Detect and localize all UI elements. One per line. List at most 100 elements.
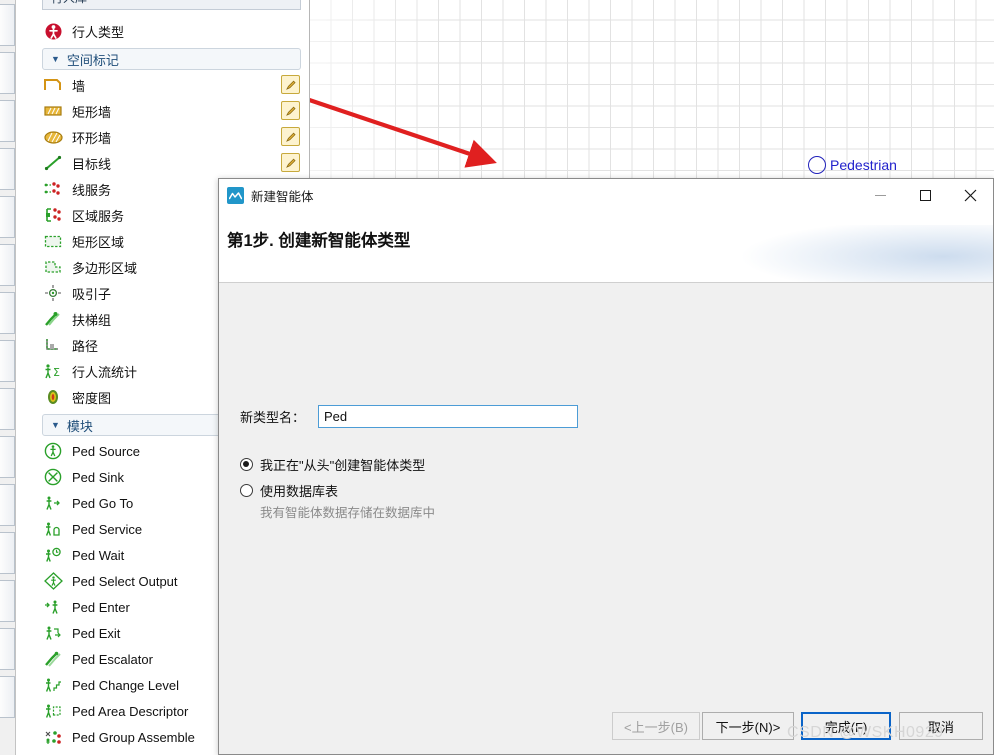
palette-item-label: Ped Go To xyxy=(72,495,134,511)
palette-item-label: 目标线 xyxy=(72,156,112,172)
palette-item-label: Ped Group Assemble xyxy=(72,729,195,745)
palette-item-label: Ped Wait xyxy=(72,547,125,563)
new-type-name-input[interactable] xyxy=(318,405,578,428)
new-type-name-field-row: 新类型名： xyxy=(240,405,578,428)
dialog-titlebar[interactable]: 新建智能体 xyxy=(219,179,993,211)
editor-tab[interactable] xyxy=(0,436,15,478)
palette-item-label: Ped Exit xyxy=(72,625,121,641)
palette-item-label: Ped Source xyxy=(72,443,140,459)
palette-item-label: 线服务 xyxy=(72,182,112,198)
palette-group-space-markup[interactable]: ▼ 空间标记 xyxy=(42,48,301,70)
radio-scratch[interactable] xyxy=(240,458,253,471)
edit-pencil-button[interactable] xyxy=(281,153,300,172)
editor-tab[interactable] xyxy=(0,196,15,238)
next-button[interactable]: 下一步(N)> xyxy=(702,712,794,740)
palette-item-rect-wall[interactable]: 矩形墙 xyxy=(16,98,309,124)
editor-tab[interactable] xyxy=(0,100,15,142)
edit-pencil-button[interactable] xyxy=(281,75,300,94)
palette-item-pedestrian-type[interactable]: 行人类型 xyxy=(16,18,309,44)
pedestrian-type-icon xyxy=(42,22,64,40)
option-database-row[interactable]: 使用数据库表 xyxy=(240,481,338,500)
palette-item-label: 矩形区域 xyxy=(72,234,125,250)
new-agent-dialog[interactable]: 新建智能体 第1步. 创建新智能体类型 新类型名： 我正在"从头"创建智能体类型 xyxy=(218,178,994,755)
editor-tab[interactable] xyxy=(0,388,15,430)
dialog-title: 新建智能体 xyxy=(251,189,314,204)
palette-item-label: Ped Service xyxy=(72,521,143,537)
editor-tab[interactable] xyxy=(0,340,15,382)
circle-outline-icon xyxy=(808,156,826,174)
palette-group-label: 空间标记 xyxy=(66,52,119,68)
window-controls[interactable] xyxy=(858,179,993,211)
ped-sink-icon xyxy=(42,468,64,486)
palette-item-circular-wall[interactable]: 环形墙 xyxy=(16,124,309,150)
ped-area-descriptor-icon xyxy=(42,702,64,720)
palette-item-label: 多边形区域 xyxy=(72,260,138,276)
rectangular-area-icon xyxy=(42,232,64,250)
palette-item-label: Ped Area Descriptor xyxy=(72,703,189,719)
editor-tab[interactable] xyxy=(0,532,15,574)
maximize-icon[interactable] xyxy=(903,179,948,211)
ped-select-output-icon xyxy=(42,572,64,590)
palette-item-label: Ped Sink xyxy=(72,469,125,485)
edit-pencil-button[interactable] xyxy=(281,101,300,120)
editor-tab[interactable] xyxy=(0,676,15,718)
palette-item-label: Ped Enter xyxy=(72,599,130,615)
editor-tab[interactable] xyxy=(0,292,15,334)
dialog-header: 第1步. 创建新智能体类型 xyxy=(219,211,993,283)
chevron-down-icon: ▼ xyxy=(51,420,60,430)
editor-tab[interactable] xyxy=(0,148,15,190)
option-database-label: 使用数据库表 xyxy=(260,484,339,499)
editor-tab[interactable] xyxy=(0,580,15,622)
finish-button[interactable]: 完成(F) xyxy=(801,712,891,740)
minimize-icon[interactable] xyxy=(858,179,903,211)
ped-service-icon xyxy=(42,520,64,538)
radio-database[interactable] xyxy=(240,484,253,497)
canvas-element-label: Pedestrian xyxy=(830,157,897,173)
new-type-name-label: 新类型名： xyxy=(240,410,306,425)
editor-tab[interactable] xyxy=(0,628,15,670)
palette-item-label: 路径 xyxy=(72,338,99,354)
option-scratch-row[interactable]: 我正在"从头"创建智能体类型 xyxy=(240,455,425,474)
palette-item-label: Ped Change Level xyxy=(72,677,179,693)
ped-group-assemble-icon xyxy=(42,728,64,746)
editor-tab-strip[interactable] xyxy=(0,0,16,755)
palette-item-label: 行人类型 xyxy=(72,24,125,40)
palette-item-label: Ped Select Output xyxy=(72,573,178,589)
rectangular-wall-icon xyxy=(42,102,64,120)
palette-item-target-line[interactable]: 目标线 xyxy=(16,150,309,176)
area-service-icon xyxy=(42,206,64,224)
editor-tab[interactable] xyxy=(0,4,15,46)
ped-escalator-icon xyxy=(42,650,64,668)
edit-pencil-button[interactable] xyxy=(281,127,300,146)
back-button[interactable]: <上一步(B) xyxy=(612,712,700,740)
palette-item-label: 密度图 xyxy=(72,390,112,406)
canvas-pedestrian-element[interactable]: Pedestrian xyxy=(808,156,897,174)
cancel-button[interactable]: 取消 xyxy=(899,712,983,740)
palette-item-label: 墙 xyxy=(72,78,86,94)
header-glow-decoration xyxy=(733,225,993,282)
wall-icon xyxy=(42,76,64,94)
ped-go-to-icon xyxy=(42,494,64,512)
ped-exit-icon xyxy=(42,624,64,642)
editor-tab[interactable] xyxy=(0,484,15,526)
close-icon[interactable] xyxy=(948,179,993,211)
ped-source-icon xyxy=(42,442,64,460)
editor-tab[interactable] xyxy=(0,244,15,286)
palette-item-label: 区域服务 xyxy=(72,208,125,224)
palette-item-wall[interactable]: 墙 xyxy=(16,72,309,98)
escalator-group-icon xyxy=(42,310,64,328)
ped-enter-icon xyxy=(42,598,64,616)
dialog-footer: <上一步(B) 下一步(N)> 完成(F) 取消 CSDN @WSKH0929 xyxy=(219,700,993,754)
polygon-area-icon xyxy=(42,258,64,276)
palette-item-label: Ped Escalator xyxy=(72,651,153,667)
editor-tab[interactable] xyxy=(0,52,15,94)
palette-group-label: 模块 xyxy=(66,418,93,434)
palette-section-header-cutoff[interactable]: 行人库 ▫ ▫ xyxy=(42,0,301,10)
ped-change-level-icon xyxy=(42,676,64,694)
palette-item-label: 环形墙 xyxy=(72,130,112,146)
chevron-down-icon: ▼ xyxy=(51,54,60,64)
circular-wall-icon xyxy=(42,128,64,146)
ped-wait-icon xyxy=(42,546,64,564)
path-icon xyxy=(42,336,64,354)
dialog-body: 新类型名： 我正在"从头"创建智能体类型 使用数据库表 我有智能体数据存储在数据… xyxy=(219,283,993,700)
